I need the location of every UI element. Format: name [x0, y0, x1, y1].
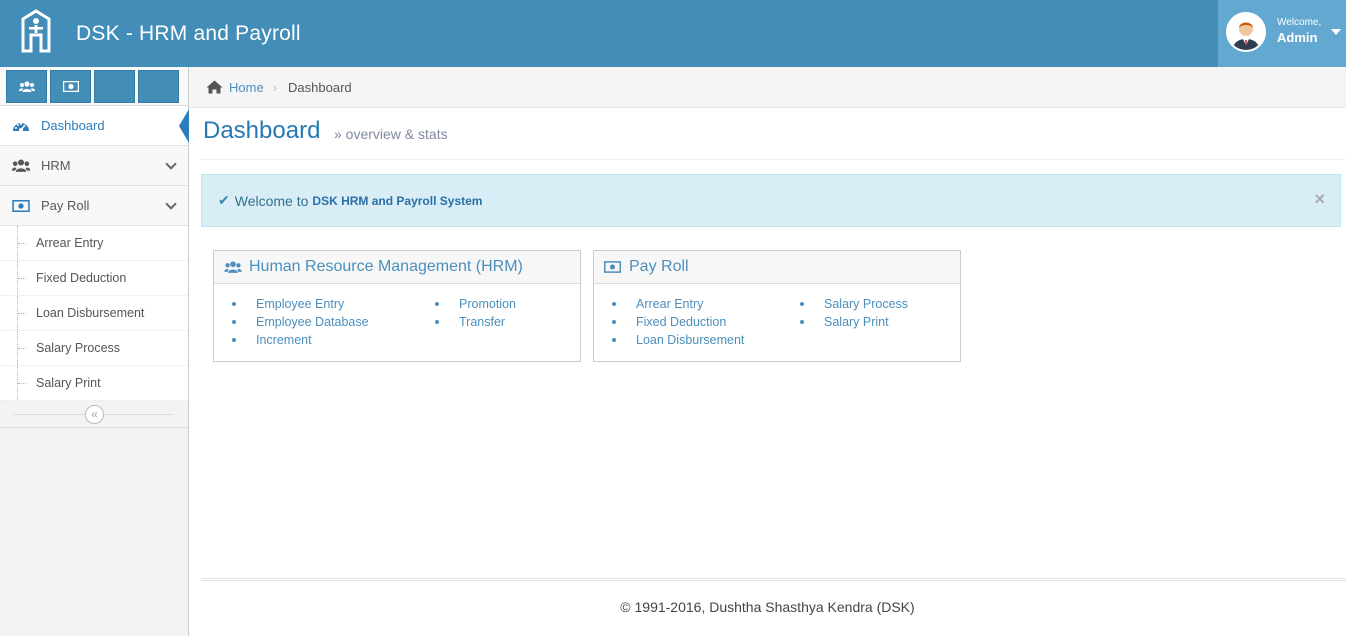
users-icon [11, 158, 31, 174]
sidebar-item-label: Dashboard [41, 118, 105, 133]
submenu-label: Salary Process [36, 341, 121, 355]
sidebar-item-label: HRM [41, 158, 71, 173]
link-increment[interactable]: Increment [232, 331, 369, 349]
link-column: Salary Process Salary Print [800, 295, 908, 331]
link-column: Employee Entry Employee Database Increme… [232, 295, 369, 349]
submenu-item-arrear-entry[interactable]: Arrear Entry [0, 226, 188, 261]
link-label: Employee Database [256, 315, 369, 329]
chevron-down-icon [165, 198, 177, 210]
tachometer-icon [11, 118, 31, 134]
submenu-label: Salary Print [36, 376, 101, 390]
check-icon: ✔ [218, 192, 230, 208]
users-icon [18, 80, 35, 92]
sidebar-item-dashboard[interactable]: Dashboard [0, 106, 189, 146]
sidebar-shortcuts [0, 67, 188, 106]
users-icon [224, 260, 242, 274]
breadcrumb-current: Dashboard [288, 79, 352, 95]
submenu-label: Loan Disbursement [36, 306, 145, 320]
link-label: Increment [256, 333, 312, 347]
widget-body: Arrear Entry Fixed Deduction Loan Disbur… [594, 284, 960, 347]
page-subtitle: » overview & stats [334, 126, 448, 142]
link-label: Promotion [459, 297, 516, 311]
shortcut-button-4[interactable] [138, 70, 179, 103]
user-avatar-icon [1228, 14, 1264, 50]
link-label: Fixed Deduction [636, 315, 727, 329]
alert-text: Welcome to [234, 192, 309, 209]
close-icon[interactable]: × [1314, 189, 1325, 210]
hrm-widget: Human Resource Management (HRM) Employee… [213, 250, 581, 362]
widget-title: Pay Roll [629, 258, 689, 275]
link-column: Promotion Transfer [435, 295, 516, 331]
submenu-item-loan-disbursement[interactable]: Loan Disbursement [0, 296, 188, 331]
chevron-down-icon [165, 158, 177, 170]
payroll-submenu: Arrear Entry Fixed Deduction Loan Disbur… [0, 226, 188, 401]
widget-header: Human Resource Management (HRM) [214, 251, 580, 284]
page-header: Dashboard » overview & stats [201, 108, 1346, 160]
link-employee-database[interactable]: Employee Database [232, 313, 369, 331]
widget-body: Employee Entry Employee Database Increme… [214, 284, 580, 347]
main-content: Home › Dashboard Dashboard » overview & … [189, 67, 1346, 636]
link-label: Salary Print [824, 315, 889, 329]
link-salary-print[interactable]: Salary Print [800, 313, 908, 331]
app-title: DSK - HRM and Payroll [76, 22, 301, 45]
home-icon[interactable] [206, 80, 223, 94]
user-menu-toggle[interactable]: Welcome, Admin [1218, 0, 1346, 67]
link-promotion[interactable]: Promotion [435, 295, 516, 313]
money-icon [604, 260, 622, 274]
footer-divider [201, 578, 1346, 581]
double-angle-left-icon[interactable]: « [85, 405, 104, 424]
link-salary-process[interactable]: Salary Process [800, 295, 908, 313]
sidebar-item-label: Pay Roll [41, 198, 90, 213]
user-name: Admin [1277, 30, 1318, 45]
sidebar-collapse-row: « [0, 401, 188, 428]
chevron-right-icon: › [272, 79, 278, 95]
submenu-label: Arrear Entry [36, 236, 104, 250]
welcome-alert: ✔ Welcome to DSK HRM and Payroll System … [201, 174, 1341, 227]
shortcut-hrm-button[interactable] [6, 70, 47, 103]
submenu-item-salary-process[interactable]: Salary Process [0, 331, 188, 366]
money-icon [11, 198, 31, 214]
link-column: Arrear Entry Fixed Deduction Loan Disbur… [612, 295, 744, 349]
widget-title: Human Resource Management (HRM) [249, 258, 523, 275]
top-navbar: DSK - HRM and Payroll Welcome, Admin [0, 0, 1346, 67]
shortcut-button-3[interactable] [94, 70, 135, 103]
link-loan-disbursement[interactable]: Loan Disbursement [612, 331, 744, 349]
caret-down-icon [1331, 29, 1341, 35]
footer-text: © 1991-2016, Dushtha Shasthya Kendra (DS… [620, 599, 915, 615]
shortcut-payroll-button[interactable] [50, 70, 91, 103]
link-label: Salary Process [824, 297, 909, 311]
sidebar-item-hrm[interactable]: HRM [0, 146, 188, 186]
submenu-label: Fixed Deduction [36, 271, 127, 285]
link-label: Arrear Entry [636, 297, 704, 311]
sidebar-item-payroll[interactable]: Pay Roll [0, 186, 188, 226]
link-fixed-deduction[interactable]: Fixed Deduction [612, 313, 744, 331]
submenu-item-salary-print[interactable]: Salary Print [0, 366, 188, 401]
widget-header: Pay Roll [594, 251, 960, 284]
link-label: Transfer [459, 315, 506, 329]
alert-strong-text: DSK HRM and Payroll System [312, 193, 483, 208]
payroll-widget: Pay Roll Arrear Entry Fixed Deduction Lo… [593, 250, 961, 362]
money-icon [62, 81, 79, 92]
link-label: Loan Disbursement [636, 333, 745, 347]
logo-icon [21, 9, 51, 53]
page-title: Dashboard [203, 117, 321, 144]
avatar [1226, 12, 1266, 52]
welcome-label: Welcome, [1277, 17, 1322, 28]
breadcrumb-home-link[interactable]: Home [229, 80, 264, 95]
link-transfer[interactable]: Transfer [435, 313, 516, 331]
breadcrumb: Home › Dashboard [189, 67, 1346, 108]
active-indicator [179, 109, 189, 143]
submenu-item-fixed-deduction[interactable]: Fixed Deduction [0, 261, 188, 296]
link-arrear-entry[interactable]: Arrear Entry [612, 295, 744, 313]
sidebar: Dashboard HRM Pay Roll Arrear Entry Fixe… [0, 67, 189, 636]
link-employee-entry[interactable]: Employee Entry [232, 295, 369, 313]
link-label: Employee Entry [256, 297, 345, 311]
